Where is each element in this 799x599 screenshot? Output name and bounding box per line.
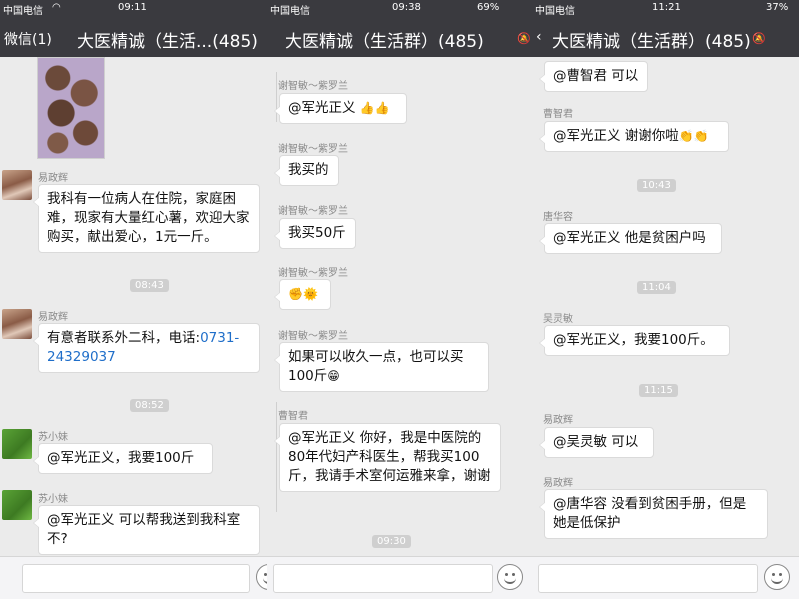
clock-label: 09:38 bbox=[392, 2, 421, 13]
carrier-label: 中国电信 bbox=[535, 6, 575, 17]
chat-title: 大医精诚（生活群）(485) bbox=[285, 32, 484, 52]
message-text: @军光正义 谢谢你啦 bbox=[553, 128, 679, 144]
input-bar bbox=[532, 556, 799, 599]
avatar[interactable] bbox=[2, 170, 32, 200]
clock-label: 09:11 bbox=[118, 2, 147, 13]
sender-name: 谢智敏～紫罗兰 bbox=[278, 206, 348, 217]
avatar[interactable] bbox=[2, 490, 32, 520]
sender-name: 吴灵敏 bbox=[543, 314, 573, 325]
sender-name: 易政辉 bbox=[543, 415, 573, 426]
clock-label: 11:21 bbox=[652, 2, 681, 13]
message-text: @军光正义 bbox=[288, 100, 356, 116]
status-bar: 中国电信 11:21 37% bbox=[532, 0, 799, 17]
message-bubble[interactable]: @军光正义 你好，我是中医院的80年代妇产科医生，帮我买100斤，我请手术室何运… bbox=[274, 423, 501, 492]
thumbs-up-icon: 👍👍 bbox=[359, 101, 390, 115]
grin-icon: 😁 bbox=[327, 369, 340, 383]
message-input[interactable] bbox=[22, 564, 250, 593]
input-bar bbox=[267, 556, 532, 599]
chat-header: 大医精诚（生活群）(485) 🔕 bbox=[267, 17, 532, 57]
timestamp: 09:30 bbox=[372, 535, 411, 548]
carrier-label: 中国电信 bbox=[270, 6, 310, 17]
sender-name: 谢智敏～紫罗兰 bbox=[278, 268, 348, 279]
clap-icon: 👏👏 bbox=[678, 129, 709, 143]
back-chevron-icon[interactable]: ‹ bbox=[536, 29, 542, 45]
message-input[interactable] bbox=[538, 564, 758, 593]
chat-header: 微信(1) 大医精诚（生活...(485) bbox=[0, 17, 267, 57]
battery-label: 69% bbox=[477, 2, 500, 13]
message-bubble[interactable]: 有意者联系外二科，电话:0731-24329037 bbox=[33, 323, 260, 373]
input-bar bbox=[0, 556, 267, 599]
message-bubble[interactable]: @军光正义，我要100斤。 bbox=[539, 325, 730, 356]
timestamp: 08:43 bbox=[130, 279, 169, 292]
sender-name: 曹智君 bbox=[278, 411, 308, 422]
chat-header: ‹ 大医精诚（生活群）(485) 🔕 bbox=[532, 17, 799, 57]
sender-name: 谢智敏～紫罗兰 bbox=[278, 81, 348, 92]
mute-icon: 🔕 bbox=[752, 32, 766, 45]
timestamp: 11:15 bbox=[639, 384, 678, 397]
status-bar: 中国电信 ◠ 09:11 bbox=[0, 0, 267, 17]
timestamp: 08:52 bbox=[130, 399, 169, 412]
message-bubble[interactable]: @军光正义，我要100斤 bbox=[33, 443, 213, 474]
message-bubble[interactable]: 如果可以收久一点，也可以买100斤😁 bbox=[274, 342, 489, 392]
message-list[interactable]: 易政辉 我科有一位病人在住院，家庭困难，现家有大量红心薯，欢迎大家购买，献出爱心… bbox=[0, 57, 267, 557]
fist-sun-icon: ✊🌞 bbox=[288, 287, 318, 301]
back-label: 微信(1) bbox=[4, 32, 52, 48]
wifi-icon: ◠ bbox=[52, 2, 61, 13]
sender-name: 曹智君 bbox=[543, 109, 573, 120]
carrier-label: 中国电信 bbox=[3, 6, 43, 17]
message-bubble[interactable]: 我买的 bbox=[274, 155, 339, 186]
back-button[interactable]: 微信(1) bbox=[4, 29, 52, 49]
message-input[interactable] bbox=[273, 564, 493, 593]
message-bubble[interactable]: @军光正义 可以帮我送到我科室不? bbox=[33, 505, 260, 555]
message-bubble[interactable]: @军光正义 谢谢你啦👏👏 bbox=[539, 121, 729, 152]
avatar[interactable] bbox=[2, 429, 32, 459]
message-text: 有意者联系外二科，电话: bbox=[47, 330, 201, 346]
message-bubble[interactable]: 我买50斤 bbox=[274, 218, 356, 249]
emoji-icon[interactable] bbox=[764, 564, 790, 590]
sender-name: 谢智敏～紫罗兰 bbox=[278, 331, 348, 342]
chat-title: 大医精诚（生活...(485) bbox=[77, 32, 258, 52]
timestamp: 10:43 bbox=[637, 179, 676, 192]
message-bubble[interactable]: ✊🌞 bbox=[274, 279, 331, 310]
message-list[interactable]: @曹智君 可以 曹智君 @军光正义 谢谢你啦👏👏 10:43 唐华容 @军光正义… bbox=[532, 57, 799, 557]
message-bubble[interactable]: @军光正义 👍👍 bbox=[274, 93, 407, 124]
sender-name: 易政辉 bbox=[543, 478, 573, 489]
battery-label: 37% bbox=[766, 2, 789, 13]
mute-icon: 🔕 bbox=[517, 32, 531, 45]
status-bar: 中国电信 09:38 69% bbox=[267, 0, 532, 17]
message-text: 如果可以收久一点，也可以买100斤 bbox=[288, 349, 464, 384]
message-list[interactable]: 谢智敏～紫罗兰 @军光正义 👍👍 谢智敏～紫罗兰 我买的 谢智敏～紫罗兰 我买5… bbox=[267, 57, 532, 557]
message-bubble[interactable]: @曹智君 可以 bbox=[539, 61, 648, 92]
emoji-icon[interactable] bbox=[256, 564, 267, 590]
sender-name: 苏小妹 bbox=[38, 432, 68, 443]
sender-name: 唐华容 bbox=[543, 212, 573, 223]
avatar[interactable] bbox=[2, 309, 32, 339]
chat-screenshot-2: 中国电信 09:38 69% 大医精诚（生活群）(485) 🔕 谢智敏～紫罗兰 … bbox=[267, 0, 532, 599]
chat-title: 大医精诚（生活群）(485) bbox=[552, 32, 751, 52]
message-bubble[interactable]: @吴灵敏 可以 bbox=[539, 427, 654, 458]
message-bubble[interactable]: 我科有一位病人在住院，家庭困难，现家有大量红心薯，欢迎大家购买，献出爱心，1元一… bbox=[33, 184, 260, 253]
sender-name: 易政辉 bbox=[38, 173, 68, 184]
timestamp: 11:04 bbox=[637, 281, 676, 294]
sender-name: 易政辉 bbox=[38, 312, 68, 323]
sender-name: 苏小妹 bbox=[38, 494, 68, 505]
sender-name: 谢智敏～紫罗兰 bbox=[278, 144, 348, 155]
chat-screenshot-3: 中国电信 11:21 37% ‹ 大医精诚（生活群）(485) 🔕 @曹智君 可… bbox=[532, 0, 799, 599]
chat-screenshot-1: 中国电信 ◠ 09:11 微信(1) 大医精诚（生活...(485) 易政辉 我… bbox=[0, 0, 267, 599]
message-bubble[interactable]: @军光正义 他是贫困户吗 bbox=[539, 223, 722, 254]
message-bubble[interactable]: @唐华容 没看到贫困手册，但是她是低保护 bbox=[539, 489, 768, 539]
emoji-icon[interactable] bbox=[497, 564, 523, 590]
divider bbox=[276, 402, 277, 512]
sweet-potato-image[interactable] bbox=[37, 57, 105, 159]
